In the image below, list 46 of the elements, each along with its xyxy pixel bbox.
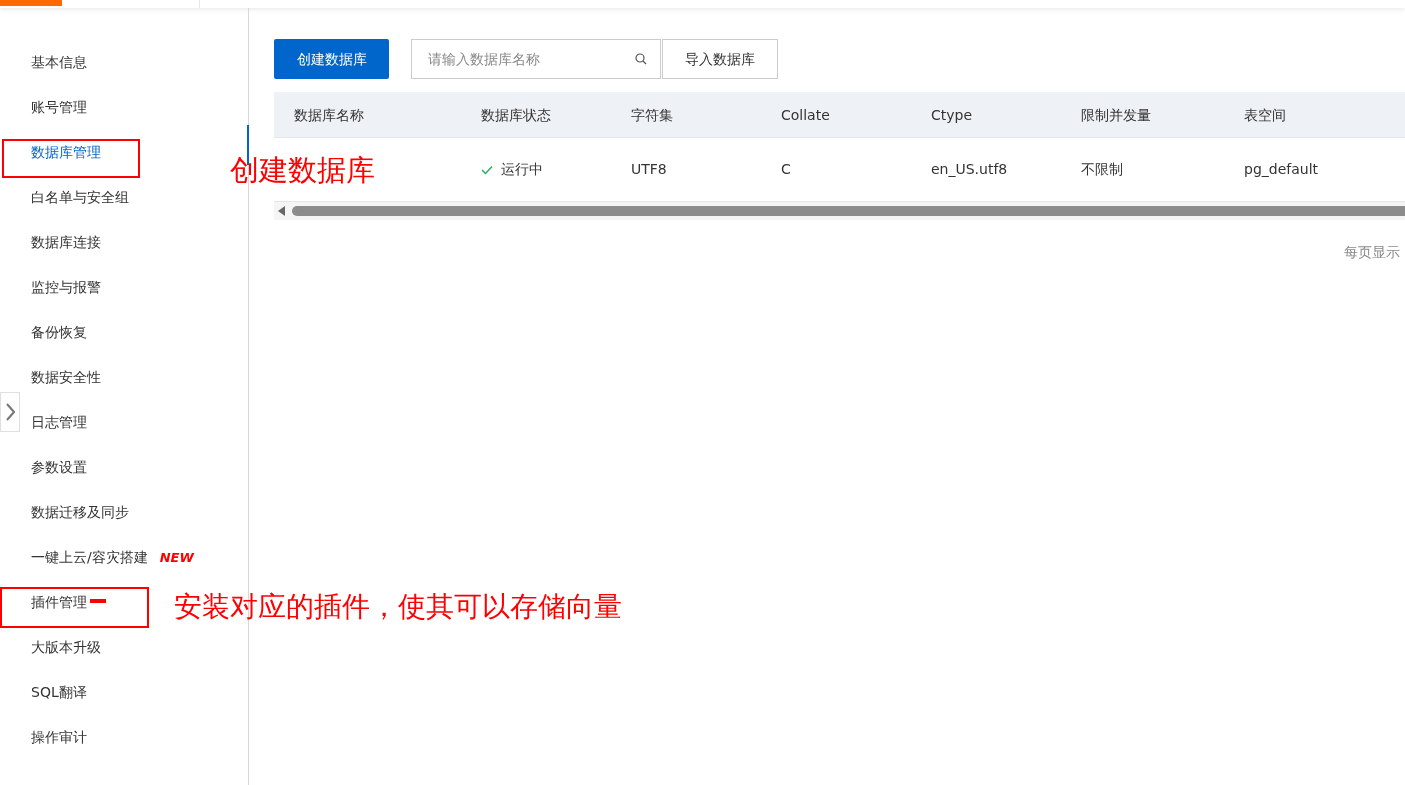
annotation-text: 创建数据库	[230, 152, 375, 189]
column-header: 数据库名称	[294, 106, 364, 123]
sidebar-item[interactable]: 数据安全性	[31, 367, 101, 388]
sidebar-item[interactable]: 数据库管理	[31, 142, 101, 163]
sidebar-item[interactable]: SQL翻译	[31, 682, 87, 703]
sidebar-item[interactable]: 账号管理	[31, 97, 87, 118]
sidebar-item[interactable]: 插件管理	[31, 592, 87, 613]
table-cell: C	[781, 161, 791, 177]
table-cell: 不限制	[1081, 161, 1123, 177]
column-header: 数据库状态	[481, 106, 551, 123]
sidebar-item[interactable]: 参数设置	[31, 457, 87, 478]
sidebar-item[interactable]: 大版本升级	[31, 637, 101, 658]
sidebar-item[interactable]: 日志管理	[31, 412, 87, 433]
column-header: 字符集	[631, 106, 673, 123]
column-header: 表空间	[1244, 106, 1286, 123]
sidebar-item[interactable]: 白名单与安全组	[31, 187, 129, 208]
column-header: Collate	[781, 106, 830, 123]
table-cell: UTF8	[631, 161, 667, 177]
sidebar-item[interactable]: 数据迁移及同步	[31, 502, 129, 523]
selected-indicator	[247, 125, 249, 165]
import-database-button[interactable]: 导入数据库	[662, 39, 778, 79]
sidebar-item[interactable]: 数据库连接	[31, 232, 101, 253]
status-text: 运行中	[501, 160, 543, 179]
sidebar-item[interactable]: 监控与报警	[31, 277, 101, 298]
create-database-button[interactable]: 创建数据库	[274, 39, 389, 79]
scroll-left-icon[interactable]	[278, 206, 286, 216]
search-field[interactable]: 请输入数据库名称	[411, 39, 661, 79]
expand-sidebar-handle[interactable]	[0, 392, 20, 432]
check-icon	[481, 164, 493, 175]
search-icon[interactable]	[635, 53, 647, 65]
scrollbar-thumb[interactable]	[292, 206, 1405, 216]
active-tab-indicator	[0, 0, 62, 6]
annotation-stroke	[90, 599, 106, 603]
new-label: NEW	[159, 548, 194, 567]
horizontal-scrollbar[interactable]	[274, 202, 1405, 220]
column-header: 限制并发量	[1081, 106, 1151, 123]
column-header: Ctype	[931, 106, 973, 123]
table-cell: pg_default	[1244, 161, 1319, 177]
sidebar-item[interactable]: 备份恢复	[31, 322, 87, 343]
sidebar-item[interactable]: 基本信息	[31, 52, 87, 73]
sidebar-item[interactable]: 一键上云/容灾搭建	[31, 547, 148, 568]
sidebar-item[interactable]: 操作审计	[31, 727, 87, 748]
page-size-label: 每页显示	[1344, 244, 1400, 260]
annotation-text: 安装对应的插件，使其可以存储向量	[174, 589, 622, 625]
table-cell: en_US.utf8	[931, 161, 1008, 177]
chevron-right-icon	[5, 403, 15, 421]
